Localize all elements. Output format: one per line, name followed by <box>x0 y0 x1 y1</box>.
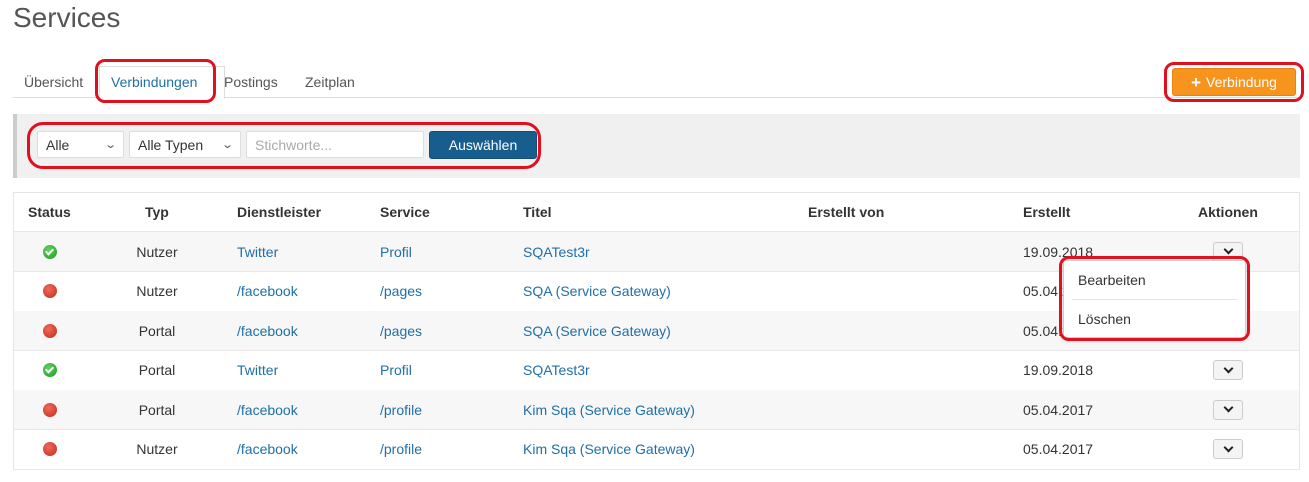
title-link[interactable]: Kim Sqa (Service Gateway) <box>523 430 695 469</box>
actions-cell <box>1198 430 1258 469</box>
status-ok-icon <box>43 244 57 259</box>
service-link[interactable]: /pages <box>380 311 422 350</box>
title-link[interactable]: SQA (Service Gateway) <box>523 311 671 350</box>
type-cell: Nutzer <box>136 441 178 457</box>
type-cell: Portal <box>138 322 176 339</box>
plus-icon: + <box>1191 72 1202 92</box>
column-header-titel: Titel <box>523 204 552 220</box>
table-row: Portal Twitter Profil SQATest3r 19.09.2018 <box>14 351 1299 391</box>
status-error-icon <box>43 442 57 456</box>
column-header-aktionen: Aktionen <box>1198 204 1258 220</box>
status-cell <box>14 390 86 429</box>
status-cell <box>14 272 86 311</box>
chevron-down-icon: ⌄ <box>220 139 234 151</box>
provider-link[interactable]: /facebook <box>237 272 298 311</box>
table-header-row: Status Typ Dienstleister Service Titel E… <box>14 193 1299 232</box>
service-link[interactable]: Profil <box>380 232 412 271</box>
menu-item-edit[interactable]: Bearbeiten <box>1064 261 1245 299</box>
column-header-status: Status <box>28 204 71 220</box>
actions-cell <box>1198 390 1258 429</box>
title-link[interactable]: SQA (Service Gateway) <box>523 272 671 311</box>
tab-postings[interactable]: Postings <box>224 74 278 90</box>
service-link[interactable]: /profile <box>380 390 422 429</box>
tab-verbindungen[interactable]: Verbindungen <box>111 74 197 90</box>
type-select-value: Alle Typen <box>138 136 204 153</box>
menu-item-delete[interactable]: Löschen <box>1064 300 1245 338</box>
chevron-down-icon <box>1223 402 1233 413</box>
chevron-down-icon <box>1223 244 1233 255</box>
service-link[interactable]: /profile <box>380 430 422 469</box>
created-date-cell: 05.04.2017 <box>1023 441 1094 457</box>
tab-bar: Übersicht Verbindungen Postings Zeitplan <box>13 66 1300 99</box>
type-select[interactable]: Alle Typen ⌄ <box>129 131 241 158</box>
column-header-erstellt: Erstellt <box>1023 204 1071 220</box>
type-cell: Portal <box>138 401 176 418</box>
column-header-erstellt-von: Erstellt von <box>808 204 885 220</box>
title-link[interactable]: SQATest3r <box>523 351 590 390</box>
created-date-cell: 19.09.2018 <box>1023 362 1094 378</box>
tab-zeitplan[interactable]: Zeitplan <box>305 74 355 90</box>
row-actions-button[interactable] <box>1213 399 1243 420</box>
type-cell: Portal <box>138 362 176 378</box>
status-cell <box>14 351 86 390</box>
type-cell: Nutzer <box>136 243 178 260</box>
chevron-down-icon <box>1223 442 1233 452</box>
provider-link[interactable]: Twitter <box>237 351 278 390</box>
created-date-cell: 05.04.2017 <box>1023 401 1094 418</box>
provider-link[interactable]: /facebook <box>237 311 298 350</box>
chevron-down-icon <box>1223 363 1233 373</box>
status-select-value: Alle <box>46 136 70 153</box>
row-actions-button[interactable] <box>1213 241 1243 262</box>
add-connection-button[interactable]: + Verbindung <box>1172 68 1296 96</box>
add-connection-label: Verbindung <box>1206 74 1277 90</box>
filter-bar: Alle ⌄ Alle Typen ⌄ Auswählen <box>13 114 1300 178</box>
provider-link[interactable]: Twitter <box>237 232 278 271</box>
tab-uebersicht[interactable]: Übersicht <box>24 74 83 90</box>
service-link[interactable]: Profil <box>380 351 412 390</box>
column-header-dienstleister: Dienstleister <box>237 204 322 220</box>
status-ok-icon <box>43 363 57 377</box>
column-header-typ: Typ <box>145 204 169 220</box>
status-error-icon <box>43 323 57 338</box>
title-link[interactable]: Kim Sqa (Service Gateway) <box>523 390 695 429</box>
service-link[interactable]: /pages <box>380 272 422 311</box>
row-actions-button[interactable] <box>1213 360 1243 380</box>
status-cell <box>14 430 86 469</box>
status-select[interactable]: Alle ⌄ <box>37 131 124 158</box>
title-link[interactable]: SQATest3r <box>523 232 590 271</box>
page-title: Services <box>13 2 121 33</box>
provider-link[interactable]: /facebook <box>237 430 298 469</box>
column-header-service: Service <box>380 204 430 220</box>
chevron-down-icon: ⌄ <box>103 139 117 151</box>
row-actions-menu: Bearbeiten Löschen <box>1063 260 1246 338</box>
status-error-icon <box>43 284 57 298</box>
type-cell: Nutzer <box>136 283 178 299</box>
actions-cell <box>1198 351 1258 390</box>
keyword-input[interactable] <box>246 131 424 158</box>
table-row: Nutzer/facebook/profile Kim Sqa (Service … <box>14 430 1299 470</box>
status-cell <box>14 232 86 271</box>
status-error-icon <box>43 402 57 417</box>
provider-link[interactable]: /facebook <box>237 390 298 429</box>
row-actions-button[interactable] <box>1213 439 1243 459</box>
table-row: Portal/facebook/profile Kim Sqa (Service … <box>14 390 1299 430</box>
apply-filter-button[interactable]: Auswählen <box>429 131 537 159</box>
status-cell <box>14 311 86 350</box>
